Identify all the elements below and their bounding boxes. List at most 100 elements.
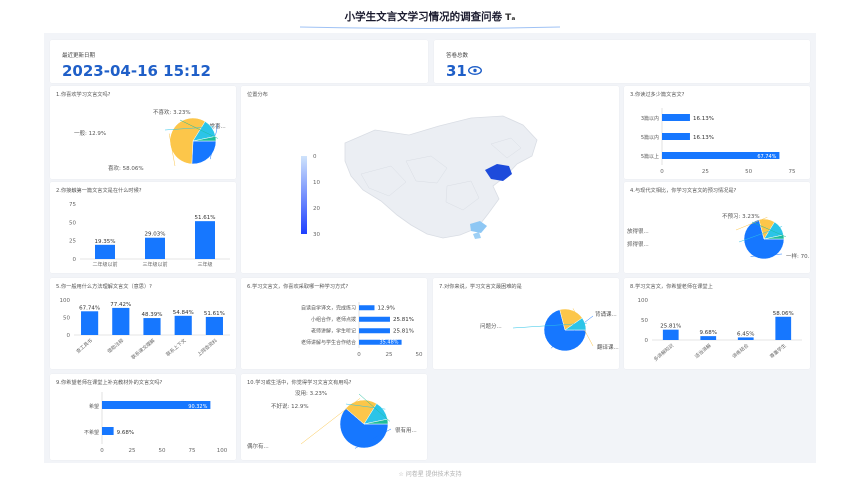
data-label: 67.74% — [757, 154, 776, 160]
y-tick-label: 25 — [69, 239, 76, 245]
q9-card: 9.你希望老师在课堂上补充教材外的文言文吗? 0 25 50 75 100 希望 90.32… — [50, 374, 236, 460]
pie-label: 不好说: 12.9% — [271, 402, 309, 410]
q8-bar-chart: 0 50 100 25.81% 多讲解知识 9.68% 适当讲解 6.45% 讲练结合 58.06… — [638, 298, 802, 363]
q6-card: 6.学习文言文，你喜欢采取哪一种学习方式? 0 25 50 自读自学译文，完成练习 12… — [241, 278, 427, 369]
q7-card: 7.对你来说，学习文言文最困难的是 背诵课... 翻译课... 问题分... — [433, 278, 619, 369]
bar — [145, 237, 165, 259]
pie-label: 不预习: 3.23% — [722, 212, 760, 220]
eye-icon[interactable] — [467, 66, 483, 75]
q5-card: 5.你一般用什么方法理解文言文（意思）? 0 50 100 67.74% 查工具书 77.… — [50, 278, 236, 369]
bar — [359, 328, 390, 334]
x-tick-label: 适当讲解 — [693, 342, 712, 360]
pie-slice — [191, 140, 217, 165]
x-tick-label: 25 — [129, 448, 136, 454]
map-legend-tick: 30 — [313, 232, 320, 238]
y-tick-label: 0 — [67, 333, 71, 339]
q6-bar-chart: 0 25 50 自读自学译文，完成练习 12.9% 小组合作，老师点拨 25.81% 老师讲解… — [301, 302, 423, 358]
bar — [205, 316, 223, 335]
q10-card: 10.学习或生活中，你觉得学习文言文有用吗? 很有用... 偶尔有... 不好说: … — [241, 374, 427, 460]
x-tick-label: 100 — [217, 448, 228, 454]
q2-card: 2.你接触第一篇文言文是在什么时候? 0 25 50 75 19.35% 二年级以前 29.… — [50, 182, 236, 273]
x-tick-label: 0 — [100, 448, 104, 454]
data-label: 9.68% — [117, 430, 134, 436]
x-tick-label: 0 — [660, 169, 664, 175]
y-tick-label: 50 — [641, 318, 648, 324]
data-label: 6.45% — [737, 331, 754, 337]
x-tick-label: 75 — [189, 448, 196, 454]
q7-pie-chart: 背诵课... 翻译课... 问题分... — [480, 308, 619, 352]
data-label: 67.74% — [79, 305, 100, 311]
q3-card: 3.你读过多少篇文言文? 0 25 50 75 3篇以内 16.13% 5篇以内 16.13%… — [624, 86, 810, 179]
y-tick-label: 5篇以上 — [641, 153, 659, 160]
data-label: 16.13% — [693, 135, 714, 141]
q5-bar-chart: 0 50 100 67.74% 查工具书 77.42% 借助注释 48.39% 联系课文理解 54… — [60, 298, 230, 361]
data-label: 19.35% — [95, 239, 116, 245]
bar — [195, 221, 215, 259]
x-tick-label: 25 — [702, 169, 709, 175]
data-label: 35.48% — [379, 340, 398, 346]
q3-bar-chart: 0 25 50 75 3篇以内 16.13% 5篇以内 16.13% 5篇以上 67.74% — [641, 108, 796, 175]
bar — [775, 316, 792, 340]
response-count-value: 31 — [446, 62, 467, 80]
bar — [143, 318, 161, 335]
pie-label: 很有用... — [395, 426, 417, 434]
footer[interactable]: ☆ 问卷星 提供技术支持 — [0, 469, 860, 478]
x-tick-label: 联系课文理解 — [130, 337, 157, 361]
pie-label: 没用: 3.23% — [295, 389, 327, 397]
y-tick-label: 100 — [638, 298, 649, 304]
y-tick-label: 50 — [63, 316, 70, 322]
y-tick-label: 50 — [69, 220, 76, 226]
y-tick-label: 5篇以内 — [641, 134, 659, 141]
y-tick-label: 100 — [60, 298, 71, 304]
data-label: 77.42% — [110, 302, 131, 308]
bar — [359, 316, 390, 322]
text-format-icon[interactable]: Tₐ — [505, 13, 515, 23]
pie-label: 抓得很... — [627, 240, 649, 248]
q8-card: 8.学习文言文，你希望老师在课堂上 0 50 100 25.81% 多讲解知识 9.68%… — [624, 278, 810, 369]
data-label: 12.9% — [377, 305, 394, 311]
x-tick-label: 25 — [386, 352, 393, 358]
pie-label: 问题分... — [480, 322, 502, 330]
x-tick-label: 查工具书 — [75, 337, 94, 355]
bar — [359, 305, 375, 311]
y-tick-label: 自读自学译文，完成练习 — [301, 304, 356, 311]
pie-label: 一般: 12.9% — [74, 129, 106, 137]
pie-label: 不喜欢: 3.23% — [153, 108, 191, 116]
bar — [95, 244, 115, 259]
x-tick-label: 50 — [416, 352, 423, 358]
response-count-card: 答卷总数 31 — [434, 40, 810, 83]
bar — [662, 133, 690, 140]
q1-pie-chart: 非常喜...喜欢: 58.06%一般: 12.9%不喜欢: 3.23% — [74, 108, 226, 172]
dashboard-panel: 最近更新日期 2023-04-16 15:12 答卷总数 31 1.你喜欢学习文… — [44, 33, 816, 463]
y-tick-label: 0 — [645, 338, 649, 344]
bar — [81, 311, 99, 335]
title-divider — [299, 26, 561, 29]
data-label: 58.06% — [773, 311, 794, 317]
y-tick-label: 老师讲解，学生听记 — [311, 327, 356, 334]
data-label: 54.84% — [173, 310, 194, 316]
y-tick-label: 不希望 — [84, 429, 99, 436]
y-tick-label: 小组合作，老师点拨 — [311, 316, 356, 323]
x-tick-label: 多讲解知识 — [652, 342, 675, 363]
bar — [174, 315, 192, 335]
pie-label: 背诵课... — [595, 310, 617, 318]
x-tick-label: 借助注释 — [106, 337, 125, 355]
bar — [102, 427, 114, 435]
data-label: 29.03% — [145, 232, 166, 238]
x-tick-label: 50 — [159, 448, 166, 454]
pie-label: 一样: 70... — [786, 252, 810, 260]
q10-pie-chart: 很有用... 偶尔有... 不好说: 12.9% 没用: 3.23% — [247, 389, 417, 450]
data-label: 16.13% — [693, 116, 714, 122]
pie-label: 翻译课... — [597, 343, 619, 351]
bar — [737, 337, 754, 340]
data-label: 25.81% — [393, 317, 414, 323]
x-tick-label: 上网查资料 — [196, 337, 219, 358]
map-card: 位置分布 0 10 20 30 — [241, 86, 619, 273]
bar — [112, 307, 130, 335]
map-legend-tick: 10 — [313, 180, 320, 186]
y-tick-label: 希望 — [89, 403, 99, 410]
last-update-label: 最近更新日期 — [62, 53, 96, 59]
pie-label: 喜欢: 58.06% — [108, 164, 144, 172]
footer-text: 问卷星 提供技术支持 — [405, 471, 462, 478]
bar — [662, 114, 690, 121]
